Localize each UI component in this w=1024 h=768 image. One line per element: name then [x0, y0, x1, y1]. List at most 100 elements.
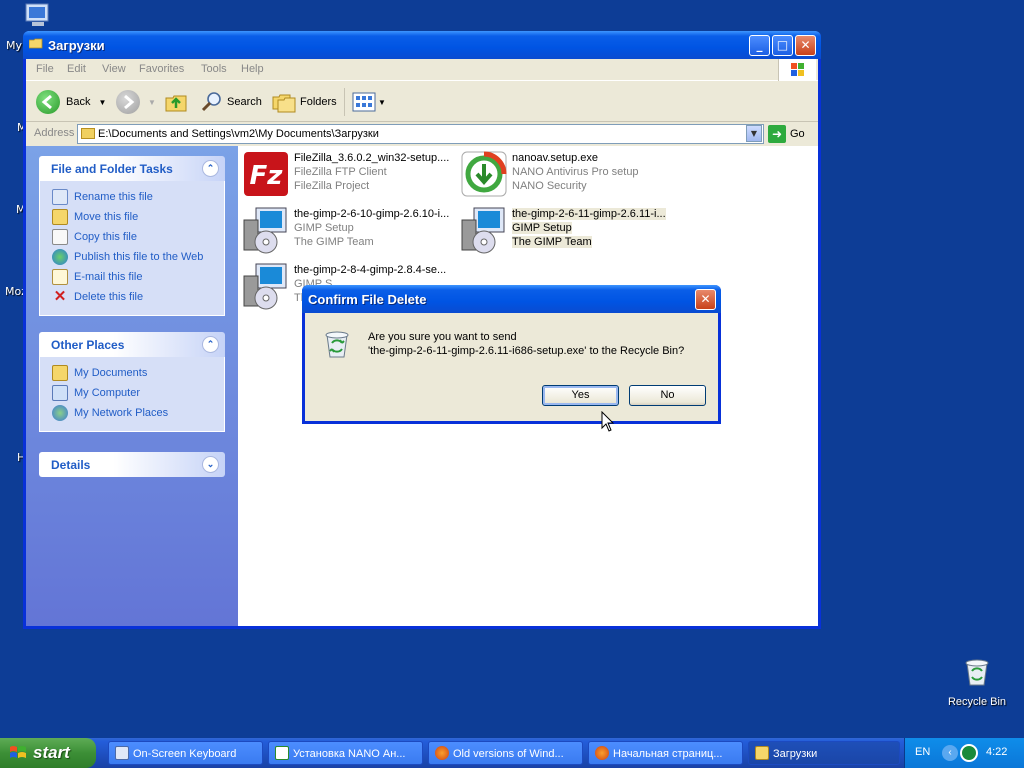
- chevron-down-icon: ▼: [378, 97, 386, 107]
- recycle-bin-label: Recycle Bin: [947, 696, 1007, 708]
- move-file-link[interactable]: Move this file: [52, 207, 224, 227]
- globe-icon: [52, 249, 68, 265]
- windows-logo-icon: [778, 59, 816, 81]
- address-dropdown-button[interactable]: ▼: [746, 125, 762, 142]
- copy-file-link[interactable]: Copy this file: [52, 227, 224, 247]
- toolbar: Back ▼ ▼ Search Folders ▼: [26, 82, 818, 122]
- recycle-bin-icon: [965, 659, 989, 686]
- network-status-icon[interactable]: [960, 744, 978, 762]
- folders-button[interactable]: Folders: [272, 90, 337, 114]
- file-item[interactable]: the-gimp-2-6-10-gimp-2.6.10-i... GIMP Se…: [242, 206, 456, 256]
- up-folder-icon: [165, 95, 187, 112]
- envelope-icon: [52, 269, 68, 285]
- recycle-bin-icon: [325, 331, 349, 358]
- menu-help[interactable]: Help: [241, 63, 264, 75]
- minimize-button[interactable]: _: [749, 35, 770, 56]
- dialog-message: Are you sure you want to send 'the-gimp-…: [368, 331, 685, 357]
- email-file-link[interactable]: E-mail this file: [52, 267, 224, 287]
- address-bar: Address E:\Documents and Settings\vm2\My…: [26, 123, 818, 145]
- svg-text:Fz: Fz: [250, 161, 284, 191]
- task-pane: File and Folder Tasks ⌃ Rename this file…: [26, 146, 238, 626]
- window-title: Загрузки: [48, 38, 105, 53]
- computer-icon: [52, 385, 68, 401]
- taskbar-item-nano-setup[interactable]: Установка NANO Ан...: [268, 741, 423, 765]
- folders-icon: [272, 94, 296, 113]
- network-icon: [52, 405, 68, 421]
- recycle-bin-desktop-icon[interactable]: Recycle Bin: [947, 655, 1007, 708]
- file-item-selected[interactable]: the-gimp-2-6-11-gimp-2.6.11-i... GIMP Se…: [460, 206, 674, 256]
- yes-button[interactable]: Yes: [542, 385, 619, 406]
- dialog-close-button[interactable]: ✕: [695, 289, 716, 310]
- menu-view[interactable]: View: [102, 63, 126, 75]
- rename-icon: [52, 189, 68, 205]
- chevron-down-icon: ▼: [98, 97, 107, 107]
- rename-file-link[interactable]: Rename this file: [52, 187, 224, 207]
- menu-favorites[interactable]: Favorites: [139, 63, 184, 75]
- close-button[interactable]: ✕: [795, 35, 816, 56]
- other-places-panel: Other Places ⌃ My Documents My Computer …: [39, 332, 225, 432]
- tray-expand-icon[interactable]: ‹: [942, 745, 958, 761]
- desktop-label: My: [6, 39, 23, 52]
- go-arrow-icon: ➜: [768, 125, 786, 143]
- go-button[interactable]: ➜ Go: [768, 124, 805, 144]
- panel-header[interactable]: Other Places ⌃: [39, 332, 225, 357]
- up-folder-button[interactable]: [164, 90, 188, 114]
- search-button[interactable]: Search: [200, 90, 262, 114]
- window-titlebar[interactable]: Загрузки _ □ ✕: [23, 31, 821, 59]
- delete-file-link[interactable]: ✕ Delete this file: [52, 287, 224, 307]
- confirm-delete-dialog: Confirm File Delete ✕ Are you sure you w…: [302, 285, 721, 424]
- my-network-places-link[interactable]: My Network Places: [52, 403, 224, 423]
- my-computer-link[interactable]: My Computer: [52, 383, 224, 403]
- back-button[interactable]: Back ▼: [36, 90, 106, 114]
- my-documents-icon: [52, 365, 68, 381]
- start-button[interactable]: start: [0, 738, 96, 768]
- system-tray: EN ‹ 4:22: [904, 738, 1024, 768]
- no-button[interactable]: No: [629, 385, 706, 406]
- menu-file[interactable]: File: [36, 63, 54, 75]
- firefox-icon: [435, 746, 449, 760]
- address-label: Address: [34, 127, 75, 139]
- chevron-down-icon[interactable]: ⌄: [202, 456, 219, 473]
- address-input[interactable]: E:\Documents and Settings\vm2\My Documen…: [77, 124, 764, 144]
- nano-antivirus-icon: [461, 151, 507, 197]
- windows-flag-icon: [10, 746, 26, 758]
- panel-header[interactable]: File and Folder Tasks ⌃: [39, 156, 225, 181]
- taskbar-item-downloads-folder[interactable]: Загрузки: [748, 741, 900, 765]
- forward-button[interactable]: ▼: [116, 90, 156, 114]
- views-button[interactable]: ▼: [352, 90, 386, 114]
- file-item[interactable]: Fz FileZilla_3.6.0.2_win32-setup.... Fil…: [242, 150, 456, 200]
- computer-icon: [25, 3, 49, 26]
- maximize-button[interactable]: □: [772, 35, 793, 56]
- clock[interactable]: 4:22: [986, 746, 1007, 758]
- keyboard-icon: [115, 746, 129, 760]
- my-documents-link[interactable]: My Documents: [52, 363, 224, 383]
- menu-edit[interactable]: Edit: [67, 63, 86, 75]
- menu-tools[interactable]: Tools: [201, 63, 227, 75]
- chevron-up-icon[interactable]: ⌃: [202, 160, 219, 177]
- folder-icon: [29, 38, 43, 49]
- installer-icon: [243, 207, 287, 254]
- dialog-title: Confirm File Delete: [308, 292, 427, 307]
- dialog-titlebar[interactable]: Confirm File Delete ✕: [302, 285, 721, 313]
- installer-icon: [243, 263, 287, 310]
- taskbar-item-firefox-start-page[interactable]: Начальная страниц...: [588, 741, 743, 765]
- taskbar: start On-Screen Keyboard Установка NANO …: [0, 738, 1024, 768]
- filezilla-icon: Fz: [244, 152, 288, 196]
- taskbar-item-firefox-old-versions[interactable]: Old versions of Wind...: [428, 741, 583, 765]
- language-indicator[interactable]: EN: [915, 746, 930, 758]
- my-computer-desktop-icon[interactable]: [22, 2, 56, 30]
- delete-x-icon: ✕: [53, 288, 67, 305]
- file-folder-tasks-panel: File and Folder Tasks ⌃ Rename this file…: [39, 156, 225, 316]
- folder-icon: [755, 746, 769, 760]
- firefox-icon: [595, 746, 609, 760]
- panel-header[interactable]: Details ⌄: [39, 452, 225, 477]
- file-item[interactable]: nanoav.setup.exe NANO Antivirus Pro setu…: [460, 150, 674, 200]
- copy-icon: [52, 229, 68, 245]
- menu-bar: File Edit View Favorites Tools Help: [26, 59, 818, 81]
- taskbar-item-onscreen-keyboard[interactable]: On-Screen Keyboard: [108, 741, 263, 765]
- back-arrow-icon: [36, 90, 60, 114]
- chevron-up-icon[interactable]: ⌃: [202, 336, 219, 353]
- mouse-cursor-icon: [601, 411, 615, 432]
- publish-file-link[interactable]: Publish this file to the Web: [52, 247, 224, 267]
- setup-icon: [275, 746, 289, 760]
